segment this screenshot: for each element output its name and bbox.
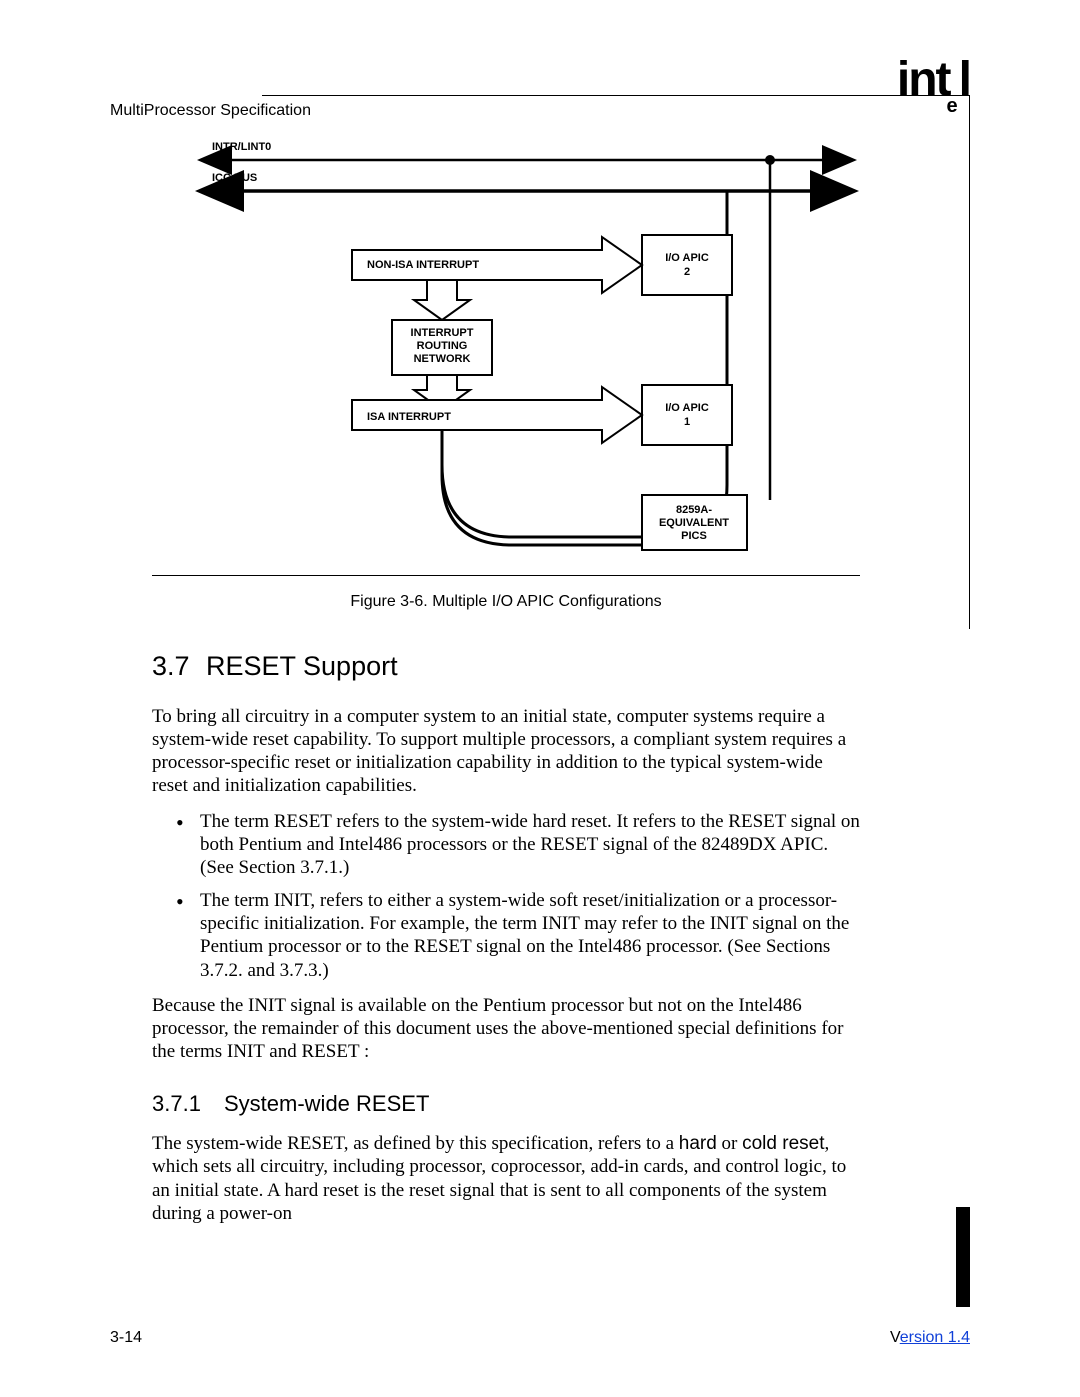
page: MultiProcessor Specification intel INTR/… [0, 0, 1080, 1397]
diagram-svg: INTR/LINT0 ICC BUS I/O APIC 2 I/O APIC 1 [152, 105, 860, 575]
section-3.7.1-heading: 3.7.1 System-wide RESET [152, 1091, 860, 1118]
label-pics1: 8259A- [676, 504, 712, 516]
figure-top-rule [262, 95, 970, 96]
section-3.7-heading: 3.7 RESET Support [152, 650, 860, 683]
figure-caption: Figure 3-6. Multiple I/O APIC Configurat… [152, 593, 860, 611]
label-pics3: PICS [681, 530, 707, 542]
label-apic1a: I/O APIC [665, 402, 709, 414]
label-intr: INTR/LINT0 [212, 141, 271, 153]
label-irn3: NETWORK [414, 353, 471, 365]
label-icc: ICC BUS [212, 172, 257, 184]
section-title: RESET Support [206, 650, 398, 683]
label-apic2b: 2 [684, 266, 690, 278]
section-para2: Because the INIT signal is available on … [152, 994, 860, 1064]
body-text: 3.7 RESET Support To bring all circuitry… [152, 650, 860, 1237]
section-para1: To bring all circuitry in a computer sys… [152, 705, 860, 798]
label-pics2: EQUIVALENT [659, 517, 729, 529]
sub-hard: hard [679, 1133, 717, 1154]
version-rest: ersion 1.4 [900, 1329, 970, 1346]
sub-or: or [717, 1133, 742, 1154]
bullet-2: The term INIT, refers to either a system… [182, 889, 860, 982]
sub-para-a: The system-wide RESET, as defined by thi… [152, 1133, 679, 1154]
label-irn1: INTERRUPT [411, 327, 474, 339]
figure-bottom-rule [152, 575, 860, 576]
label-nonisa: NON-ISA INTERRUPT [367, 259, 479, 271]
label-isa: ISA INTERRUPT [367, 411, 451, 423]
sub-cold: cold reset [742, 1133, 824, 1154]
right-edge-marker [956, 1207, 970, 1307]
version-v: V [890, 1329, 900, 1346]
subsection-title: System-wide RESET [224, 1091, 429, 1118]
subsection-num: 3.7.1 [152, 1091, 224, 1118]
figure-3-6: INTR/LINT0 ICC BUS I/O APIC 2 I/O APIC 1 [152, 105, 860, 575]
side-rule [969, 95, 971, 629]
intel-logo: intel [897, 52, 970, 112]
section-num: 3.7 [152, 650, 206, 683]
label-apic1b: 1 [684, 416, 690, 428]
bullet-1: The term RESET refers to the system-wide… [182, 810, 860, 880]
page-footer: 3-14 Version 1.4 [110, 1329, 970, 1347]
label-irn2: ROUTING [417, 340, 468, 352]
page-number: 3-14 [110, 1329, 142, 1347]
subsection-para: The system-wide RESET, as defined by thi… [152, 1132, 860, 1225]
version-label: Version 1.4 [890, 1329, 970, 1347]
bullet-list: The term RESET refers to the system-wide… [152, 810, 860, 982]
label-apic2a: I/O APIC [665, 252, 709, 264]
